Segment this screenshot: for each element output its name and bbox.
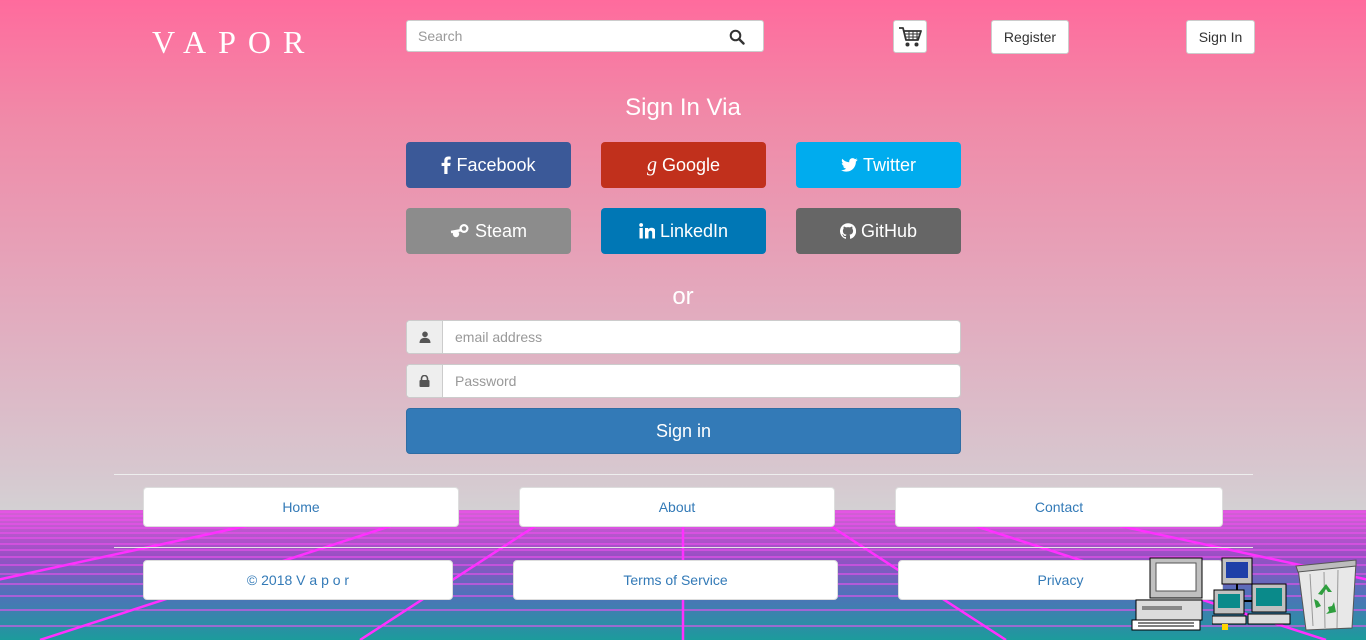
copyright-text: © 2018 V a p o r	[143, 560, 453, 600]
lock-icon	[407, 365, 443, 397]
footer-home-link[interactable]: Home	[143, 487, 459, 527]
facebook-label: Facebook	[456, 154, 536, 175]
password-field-group	[406, 364, 961, 398]
twitter-login-button[interactable]: Twitter	[796, 142, 961, 188]
terms-of-service-link[interactable]: Terms of Service	[513, 560, 838, 600]
user-icon	[407, 321, 443, 353]
google-label: Google	[661, 154, 721, 175]
twitter-icon	[841, 158, 858, 172]
computer-icon[interactable]	[1130, 556, 1206, 632]
google-icon: g	[646, 154, 657, 176]
linkedin-label: LinkedIn	[659, 220, 729, 241]
twitter-label: Twitter	[862, 154, 916, 175]
search-input[interactable]	[407, 21, 718, 51]
recycle-bin-icon[interactable]	[1294, 558, 1360, 632]
header-signin-button[interactable]: Sign In	[1186, 20, 1255, 54]
email-field-group	[406, 320, 961, 354]
steam-label: Steam	[474, 220, 528, 241]
steam-icon	[450, 224, 469, 238]
github-login-button[interactable]: GitHub	[796, 208, 961, 254]
facebook-login-button[interactable]: Facebook	[406, 142, 571, 188]
steam-login-button[interactable]: Steam	[406, 208, 571, 254]
signin-via-heading: Sign In Via	[625, 94, 741, 121]
vapor-logo[interactable]: VAPOR	[152, 24, 316, 61]
footer-divider-top	[114, 474, 1253, 475]
password-input[interactable]	[443, 365, 960, 397]
email-input[interactable]	[443, 321, 960, 353]
linkedin-icon	[639, 223, 655, 239]
facebook-icon	[442, 156, 452, 174]
search-bar	[406, 20, 764, 52]
signin-submit-button[interactable]: Sign in	[406, 408, 961, 454]
github-label: GitHub	[860, 220, 918, 241]
network-icon[interactable]	[1212, 556, 1292, 632]
github-icon	[840, 223, 856, 239]
register-button[interactable]: Register	[991, 20, 1069, 54]
search-icon[interactable]	[729, 29, 745, 45]
footer-divider-bottom	[114, 547, 1253, 548]
cart-button[interactable]	[893, 20, 927, 53]
footer-about-link[interactable]: About	[519, 487, 835, 527]
footer-contact-link[interactable]: Contact	[895, 487, 1223, 527]
google-login-button[interactable]: g Google	[601, 142, 766, 188]
linkedin-login-button[interactable]: LinkedIn	[601, 208, 766, 254]
shopping-cart-icon	[899, 27, 922, 47]
or-divider-text: or	[672, 283, 694, 310]
